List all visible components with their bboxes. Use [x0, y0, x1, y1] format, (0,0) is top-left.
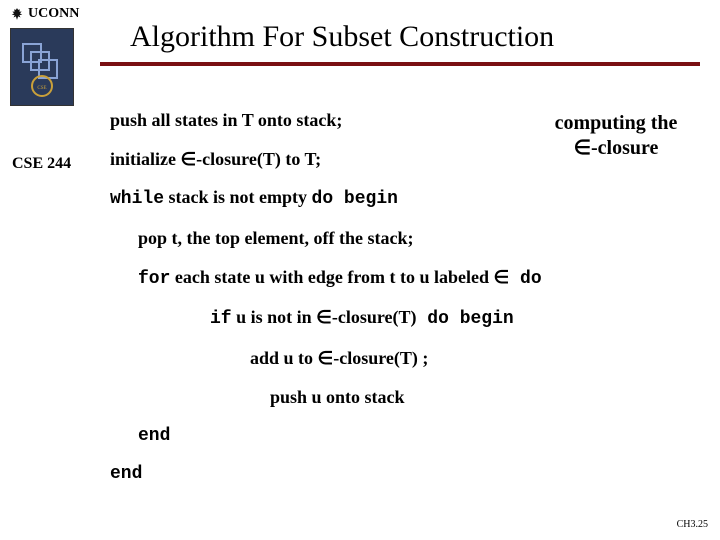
- keyword-do: do: [509, 269, 541, 289]
- text: stack is not empty: [164, 187, 312, 207]
- logo-block: UCONN CSE: [10, 6, 90, 106]
- keyword-do-begin: do begin: [416, 309, 513, 329]
- org-name: UCONN: [28, 6, 79, 22]
- keyword-if: if: [210, 309, 232, 329]
- uconn-banner: UCONN: [10, 6, 90, 22]
- course-code: CSE 244: [12, 155, 71, 173]
- text: add u to: [250, 348, 318, 368]
- alg-line-2: initialize ∈-closure(T) to T;: [110, 149, 700, 170]
- slide: UCONN CSE CSE 244 Algorithm For Subset C…: [0, 0, 720, 540]
- slide-footer: CH3.25: [677, 519, 708, 530]
- text: ∈-closure(T) to T;: [181, 149, 322, 169]
- keyword-while: while: [110, 189, 164, 209]
- shapes-icon: CSE: [17, 36, 67, 98]
- alg-line-8: push u onto stack: [270, 387, 700, 408]
- alg-line-1: push all states in T onto stack;: [110, 110, 700, 131]
- alg-line-4: pop t, the top element, off the stack;: [138, 228, 700, 249]
- text: u is not in: [232, 307, 317, 327]
- text: each state u with edge from t to u label…: [170, 267, 493, 287]
- page-title: Algorithm For Subset Construction: [130, 20, 554, 54]
- dept-emblem: CSE: [10, 28, 74, 106]
- alg-line-5: for each state u with edge from t to u l…: [138, 267, 700, 290]
- epsilon: ∈: [494, 267, 510, 287]
- alg-line-10: end: [110, 464, 700, 485]
- alg-line-9: end: [138, 426, 700, 447]
- keyword-do-begin: do begin: [312, 189, 398, 209]
- alg-line-6: if u is not in ∈-closure(T) do begin: [210, 307, 700, 330]
- title-rule: [100, 62, 700, 66]
- alg-line-3: while stack is not empty do begin: [110, 187, 700, 210]
- oakleaf-icon: [10, 7, 24, 21]
- algorithm-body: push all states in T onto stack; initial…: [110, 110, 700, 503]
- alg-line-7: add u to ∈-closure(T) ;: [250, 348, 700, 369]
- svg-text:CSE: CSE: [37, 86, 46, 91]
- keyword-for: for: [138, 269, 170, 289]
- text: ∈-closure(T) ;: [318, 348, 429, 368]
- text: initialize: [110, 149, 181, 169]
- text: ∈-closure(T): [316, 307, 416, 327]
